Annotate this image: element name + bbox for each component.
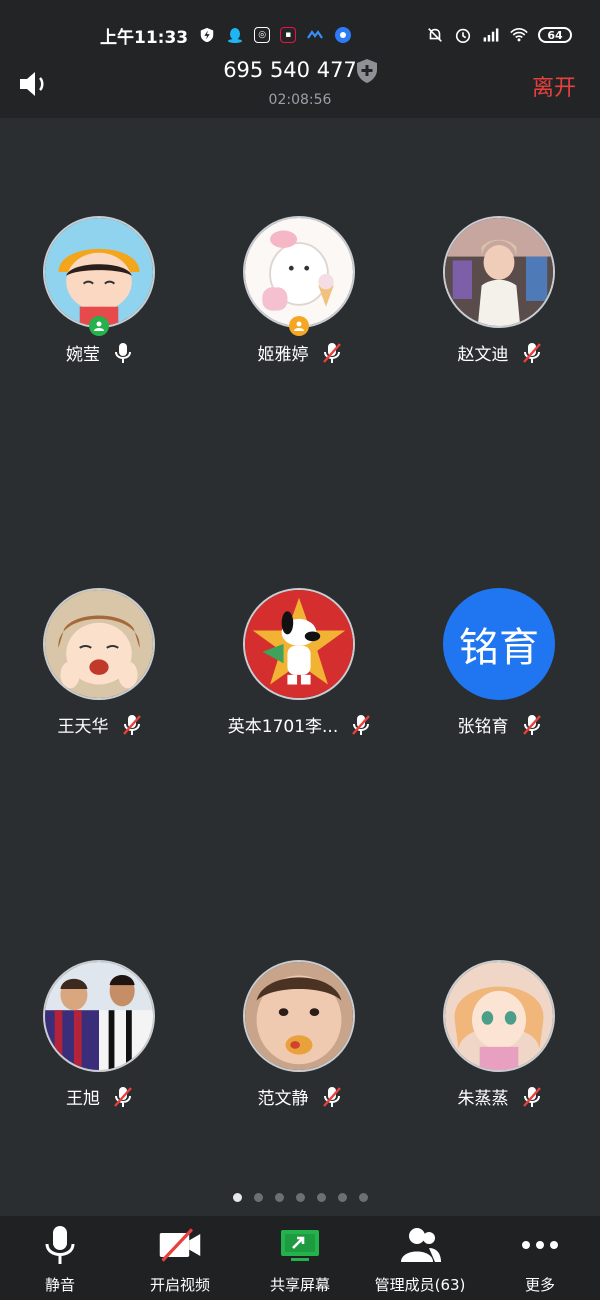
participant-tile[interactable]: 王天华 — [0, 582, 200, 752]
alarm-icon — [454, 26, 472, 44]
page-dot[interactable] — [337, 1193, 347, 1202]
participant-name: 赵文迪 — [457, 345, 509, 365]
avatar — [43, 216, 155, 328]
app-notification-icon — [334, 26, 352, 44]
mic-muted-icon — [350, 713, 372, 737]
leave-button[interactable]: 离开 — [532, 70, 576, 102]
mic-muted-icon — [521, 1085, 543, 1109]
participant-name: 范文静 — [257, 1089, 309, 1109]
start-video-label: 开启视频 — [149, 1276, 210, 1294]
meeting-duration: 02:08:56 — [268, 92, 332, 108]
participant-name: 婉莹 — [66, 345, 100, 365]
participant-tile[interactable]: 赵文迪 — [400, 210, 600, 380]
signal-icon — [482, 26, 500, 44]
more-icon — [517, 1224, 563, 1266]
page-dot[interactable] — [295, 1193, 305, 1202]
mic-muted-icon — [121, 713, 143, 737]
silent-bell-icon — [426, 26, 444, 44]
security-shield-icon[interactable] — [355, 58, 379, 84]
mute-button[interactable]: 静音 — [0, 1216, 120, 1300]
page-dot[interactable] — [232, 1193, 242, 1202]
avatar — [43, 588, 155, 700]
mic-muted-icon — [321, 341, 343, 365]
qq-icon — [226, 26, 244, 44]
participant-tile[interactable]: 范文静 — [200, 954, 400, 1124]
app-notification-icon — [306, 26, 324, 44]
meeting-id: 695 540 477 — [0, 58, 600, 82]
participant-name: 张铭育 — [457, 717, 509, 737]
mic-muted-icon — [321, 1085, 343, 1109]
participant-name: 朱蒸蒸 — [457, 1089, 509, 1109]
avatar — [243, 588, 355, 700]
avatar — [243, 216, 355, 328]
host-badge-icon — [89, 316, 109, 336]
share-screen-label: 共享屏幕 — [269, 1276, 330, 1294]
participant-tile[interactable]: 铭育 张铭育 — [400, 582, 600, 752]
page-dot[interactable] — [316, 1193, 326, 1202]
video-off-icon — [157, 1224, 203, 1266]
meeting-id-text: 695 540 477 — [223, 58, 357, 82]
bottom-toolbar: 静音 开启视频 共享屏幕 管理成员(63) 更多 — [0, 1216, 600, 1300]
start-video-button[interactable]: 开启视频 — [120, 1216, 240, 1300]
page-dot[interactable] — [253, 1193, 263, 1202]
page-dot[interactable] — [274, 1193, 284, 1202]
participant-name: 英本1701李... — [227, 717, 339, 737]
participant-tile[interactable]: 婉莹 — [0, 210, 200, 380]
avatar — [43, 960, 155, 1072]
participant-name: 王旭 — [66, 1089, 100, 1109]
app-notification-icon: ▪ — [280, 27, 297, 43]
more-label: 更多 — [524, 1276, 555, 1294]
avatar — [443, 216, 555, 328]
share-screen-icon — [277, 1224, 323, 1266]
page-indicator[interactable] — [0, 1193, 600, 1202]
mic-muted-icon — [521, 341, 543, 365]
app-notification-icon: ◎ — [254, 27, 271, 43]
participant-tile[interactable]: 姬雅婷 — [200, 210, 400, 380]
battery-indicator: 64 — [538, 27, 572, 43]
participant-grid: 婉莹 姬雅婷 赵文迪 王天华 英本1701李... 铭育 张铭育 王旭 范文静 … — [0, 210, 600, 1190]
wifi-icon — [510, 26, 528, 44]
participant-tile[interactable]: 英本1701李... — [200, 582, 400, 752]
mic-muted-icon — [521, 713, 543, 737]
status-time: 上午11:33 — [100, 27, 189, 48]
status-bar-right: 64 — [426, 20, 572, 50]
share-screen-button[interactable]: 共享屏幕 — [240, 1216, 360, 1300]
mic-muted-icon — [112, 1085, 134, 1109]
mute-label: 静音 — [44, 1276, 75, 1294]
battery-saver-icon — [198, 26, 216, 44]
avatar: 铭育 — [443, 588, 555, 700]
status-bar-left: 上午11:33 ◎ ▪ — [100, 20, 352, 50]
cohost-badge-icon — [289, 316, 309, 336]
participant-name: 姬雅婷 — [257, 345, 309, 365]
microphone-icon — [37, 1224, 83, 1266]
top-bar: 上午11:33 ◎ ▪ 64 695 540 477 02:08:56 离开 — [0, 0, 600, 118]
participant-name: 王天华 — [57, 717, 109, 737]
manage-members-label: 管理成员(63) — [374, 1276, 466, 1294]
page-dot[interactable] — [358, 1193, 368, 1202]
members-icon — [397, 1224, 443, 1266]
mic-on-icon — [112, 341, 134, 365]
participant-tile[interactable]: 朱蒸蒸 — [400, 954, 600, 1124]
avatar — [443, 960, 555, 1072]
participant-tile[interactable]: 王旭 — [0, 954, 200, 1124]
more-button[interactable]: 更多 — [480, 1216, 600, 1300]
manage-members-button[interactable]: 管理成员(63) — [360, 1216, 480, 1300]
avatar — [243, 960, 355, 1072]
